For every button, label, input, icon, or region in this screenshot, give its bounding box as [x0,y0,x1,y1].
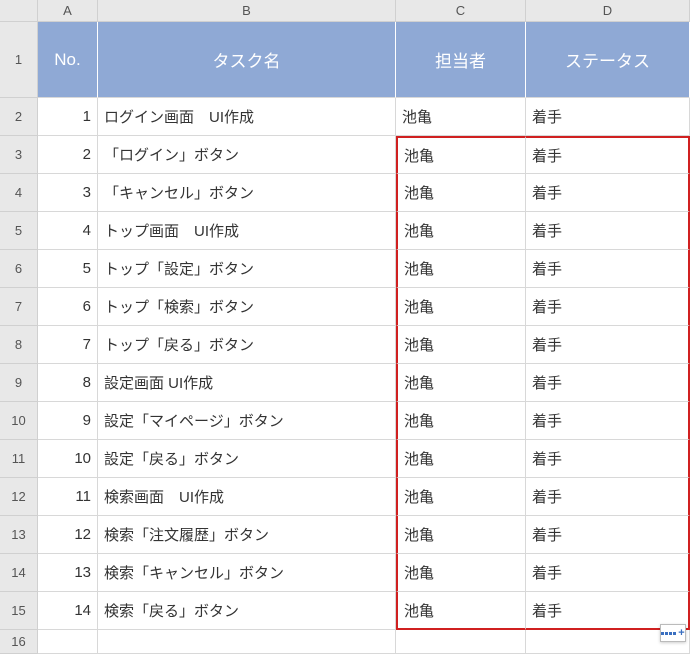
cell-status[interactable]: 着手 [526,516,690,554]
cell-task[interactable]: 検索「注文履歴」ボタン [98,516,396,554]
cell-task[interactable]: トップ画面 UI作成 [98,212,396,250]
cell-status[interactable]: 着手 [526,212,690,250]
cell-task[interactable]: 検索「キャンセル」ボタン [98,554,396,592]
cell-no[interactable]: 14 [38,592,98,630]
cell-status[interactable]: 着手 [526,98,690,136]
cell-status[interactable]: 着手 [526,326,690,364]
cell-task[interactable]: トップ「戻る」ボタン [98,326,396,364]
cell-assignee[interactable]: 池亀 [396,364,526,402]
cell-assignee[interactable]: 池亀 [396,212,526,250]
cell-no[interactable]: 11 [38,478,98,516]
cell-assignee[interactable]: 池亀 [396,326,526,364]
corner-cell [0,0,38,22]
row-header-5[interactable]: 5 [0,212,38,250]
cell-status[interactable]: 着手 [526,478,690,516]
row-header-2[interactable]: 2 [0,98,38,136]
cell-no[interactable]: 13 [38,554,98,592]
row-header-3[interactable]: 3 [0,136,38,174]
row-header-1[interactable]: 1 [0,22,38,98]
cell-no[interactable]: 9 [38,402,98,440]
cell-status[interactable]: 着手+ [526,592,690,630]
empty-cell[interactable] [396,630,526,654]
cell-task[interactable]: 「キャンセル」ボタン [98,174,396,212]
cell-task[interactable]: 検索画面 UI作成 [98,478,396,516]
cell-assignee[interactable]: 池亀 [396,288,526,326]
cell-task[interactable]: 検索「戻る」ボタン [98,592,396,630]
cell-assignee[interactable]: 池亀 [396,402,526,440]
spreadsheet-table: ABCD1No.タスク名担当者ステータス21ログイン画面 UI作成池亀着手32「… [0,0,694,654]
cell-assignee[interactable]: 池亀 [396,250,526,288]
cell-assignee[interactable]: 池亀 [396,440,526,478]
header-task: タスク名 [98,22,396,98]
row-header-4[interactable]: 4 [0,174,38,212]
row-header-8[interactable]: 8 [0,326,38,364]
cell-no[interactable]: 3 [38,174,98,212]
cell-no[interactable]: 7 [38,326,98,364]
col-header-D[interactable]: D [526,0,690,22]
row-header-6[interactable]: 6 [0,250,38,288]
empty-cell[interactable] [38,630,98,654]
cell-task[interactable]: 設定画面 UI作成 [98,364,396,402]
cell-assignee[interactable]: 池亀 [396,516,526,554]
cell-assignee[interactable]: 池亀 [396,554,526,592]
cell-assignee[interactable]: 池亀 [396,98,526,136]
cell-no[interactable]: 6 [38,288,98,326]
cell-no[interactable]: 1 [38,98,98,136]
cell-status[interactable]: 着手 [526,250,690,288]
cell-task[interactable]: 「ログイン」ボタン [98,136,396,174]
header-assignee: 担当者 [396,22,526,98]
cell-status[interactable]: 着手 [526,174,690,212]
cell-status[interactable]: 着手 [526,364,690,402]
row-header-16[interactable]: 16 [0,630,38,654]
cell-assignee[interactable]: 池亀 [396,136,526,174]
cell-no[interactable]: 12 [38,516,98,554]
cell-assignee[interactable]: 池亀 [396,478,526,516]
empty-cell[interactable] [526,630,690,654]
cell-no[interactable]: 5 [38,250,98,288]
row-header-7[interactable]: 7 [0,288,38,326]
cell-task[interactable]: トップ「設定」ボタン [98,250,396,288]
cell-task[interactable]: 設定「戻る」ボタン [98,440,396,478]
cell-status[interactable]: 着手 [526,402,690,440]
cell-task[interactable]: ログイン画面 UI作成 [98,98,396,136]
cell-status[interactable]: 着手 [526,136,690,174]
cell-no[interactable]: 8 [38,364,98,402]
cell-assignee[interactable]: 池亀 [396,174,526,212]
cell-assignee[interactable]: 池亀 [396,592,526,630]
col-header-B[interactable]: B [98,0,396,22]
empty-cell[interactable] [98,630,396,654]
row-header-10[interactable]: 10 [0,402,38,440]
cell-status[interactable]: 着手 [526,440,690,478]
cell-no[interactable]: 2 [38,136,98,174]
col-header-A[interactable]: A [38,0,98,22]
cell-task[interactable]: 設定「マイページ」ボタン [98,402,396,440]
row-header-12[interactable]: 12 [0,478,38,516]
cell-status[interactable]: 着手 [526,554,690,592]
row-header-13[interactable]: 13 [0,516,38,554]
cell-no[interactable]: 4 [38,212,98,250]
row-header-14[interactable]: 14 [0,554,38,592]
row-header-11[interactable]: 11 [0,440,38,478]
col-header-C[interactable]: C [396,0,526,22]
row-header-15[interactable]: 15 [0,592,38,630]
header-no: No. [38,22,98,98]
cell-task[interactable]: トップ「検索」ボタン [98,288,396,326]
cell-status[interactable]: 着手 [526,288,690,326]
row-header-9[interactable]: 9 [0,364,38,402]
header-status: ステータス [526,22,690,98]
cell-no[interactable]: 10 [38,440,98,478]
